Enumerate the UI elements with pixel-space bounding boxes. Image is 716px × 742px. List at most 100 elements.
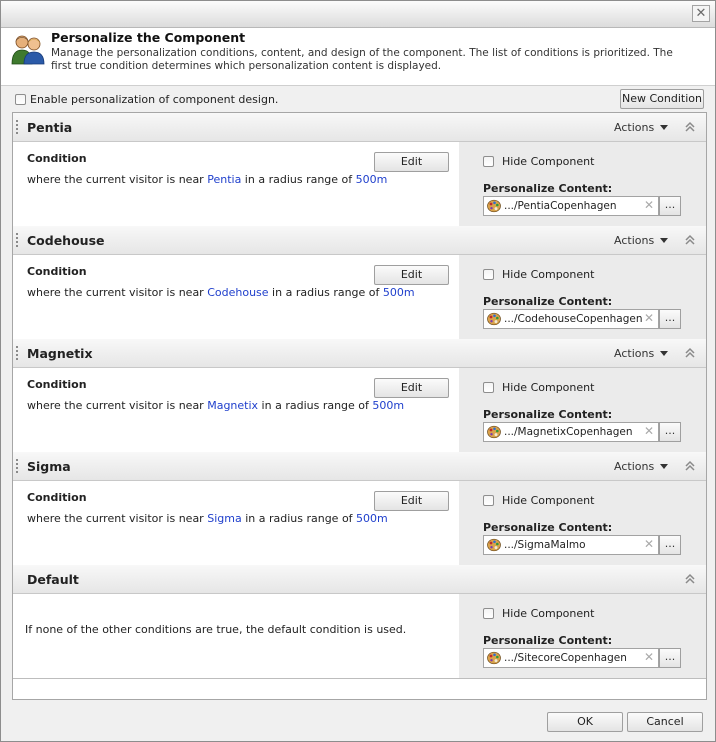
chevron-up-icon[interactable] — [684, 573, 696, 585]
hide-component-label: Hide Component — [502, 155, 595, 168]
condition-text: where the current visitor is near Codeho… — [27, 286, 415, 299]
condition-text-middle: in a radius range of — [258, 399, 373, 412]
drag-grip-icon[interactable] — [16, 120, 20, 134]
browse-button[interactable]: ... — [659, 309, 681, 329]
palette-icon — [487, 538, 501, 552]
personalize-content-field[interactable]: .../CodehouseCopenhagen ✕ — [483, 309, 659, 329]
condition-label: Condition — [27, 265, 87, 278]
condition-text-middle: in a radius range of — [241, 512, 357, 525]
personalize-content-field[interactable]: .../SigmaMalmo ✕ — [483, 535, 659, 555]
personalize-content-label: Personalize Content: — [483, 182, 613, 195]
dropdown-arrow-icon — [660, 464, 669, 469]
browse-button[interactable]: ... — [659, 196, 681, 216]
hide-component-checkbox[interactable] — [483, 608, 494, 619]
browse-button[interactable]: ... — [659, 648, 681, 668]
cancel-button[interactable]: Cancel — [627, 712, 703, 732]
personalize-content-field[interactable]: .../PentiaCopenhagen ✕ — [483, 196, 659, 216]
clear-icon[interactable]: ✕ — [644, 424, 654, 438]
condition-text-middle: in a radius range of — [268, 286, 383, 299]
default-condition-text: If none of the other conditions are true… — [25, 623, 407, 636]
palette-icon — [487, 425, 501, 439]
personalize-content-value: .../SitecoreCopenhagen — [504, 652, 627, 664]
place-link[interactable]: Magnetix — [207, 399, 258, 412]
condition-content-panel: Hide Component Personalize Content: .../… — [459, 594, 706, 678]
condition-name: Sigma — [27, 459, 71, 474]
radius-link[interactable]: 500m — [372, 399, 404, 412]
browse-button[interactable]: ... — [659, 422, 681, 442]
drag-grip-icon[interactable] — [16, 346, 20, 360]
personalize-content-label: Personalize Content: — [483, 634, 613, 647]
condition-label: Condition — [27, 152, 87, 165]
personalize-content-value: .../PentiaCopenhagen — [504, 200, 617, 212]
personalize-content-label: Personalize Content: — [483, 295, 613, 308]
clear-icon[interactable]: ✕ — [644, 311, 654, 325]
chevron-up-icon[interactable] — [684, 460, 696, 472]
browse-button[interactable]: ... — [659, 535, 681, 555]
condition-content-panel: Hide Component Personalize Content: .../… — [459, 481, 706, 565]
clear-icon[interactable]: ✕ — [644, 537, 654, 551]
condition-block: Codehouse Actions Condition Edit where t… — [13, 226, 706, 340]
edit-button[interactable]: Edit — [374, 378, 449, 398]
chevron-up-icon[interactable] — [684, 234, 696, 246]
personalize-content-label: Personalize Content: — [483, 408, 613, 421]
users-icon — [11, 35, 45, 65]
condition-label: Condition — [27, 491, 87, 504]
chevron-up-icon[interactable] — [684, 347, 696, 359]
condition-header: Codehouse Actions — [13, 226, 706, 255]
hide-component-row: Hide Component — [483, 268, 594, 281]
dialog-footer: OK Cancel — [1, 701, 715, 741]
hide-component-row: Hide Component — [483, 494, 594, 507]
hide-component-label: Hide Component — [502, 494, 595, 507]
radius-link[interactable]: 500m — [356, 173, 388, 186]
actions-label: Actions — [614, 234, 655, 247]
dropdown-arrow-icon — [660, 125, 669, 130]
personalize-content-value: .../CodehouseCopenhagen — [504, 313, 643, 325]
dropdown-arrow-icon — [660, 238, 669, 243]
personalize-content-label: Personalize Content: — [483, 521, 613, 534]
condition-header: Pentia Actions — [13, 113, 706, 142]
place-link[interactable]: Codehouse — [207, 286, 268, 299]
hide-component-checkbox[interactable] — [483, 495, 494, 506]
close-button[interactable]: ✕ — [692, 5, 710, 22]
palette-icon — [487, 312, 501, 326]
hide-component-checkbox[interactable] — [483, 156, 494, 167]
place-link[interactable]: Sigma — [207, 512, 241, 525]
personalize-content-value: .../MagnetixCopenhagen — [504, 426, 633, 438]
edit-button[interactable]: Edit — [374, 491, 449, 511]
actions-menu[interactable]: Actions — [614, 234, 669, 247]
title-bar: ✕ — [1, 1, 715, 28]
place-link[interactable]: Pentia — [207, 173, 241, 186]
condition-name: Codehouse — [27, 233, 105, 248]
hide-component-row: Hide Component — [483, 155, 594, 168]
actions-menu[interactable]: Actions — [614, 460, 669, 473]
chevron-up-icon[interactable] — [684, 121, 696, 133]
drag-grip-icon[interactable] — [16, 233, 20, 247]
drag-grip-icon[interactable] — [16, 459, 20, 473]
edit-button[interactable]: Edit — [374, 265, 449, 285]
radius-link[interactable]: 500m — [356, 512, 388, 525]
new-condition-button[interactable]: New Condition — [620, 89, 704, 109]
enable-personalization-row: Enable personalization of component desi… — [15, 93, 278, 106]
personalize-content-field[interactable]: .../SitecoreCopenhagen ✕ — [483, 648, 659, 668]
actions-menu[interactable]: Actions — [614, 121, 669, 134]
hide-component-label: Hide Component — [502, 607, 595, 620]
palette-icon — [487, 651, 501, 665]
hide-component-checkbox[interactable] — [483, 269, 494, 280]
condition-name: Default — [27, 572, 79, 587]
condition-rule-panel: If none of the other conditions are true… — [13, 594, 459, 678]
radius-link[interactable]: 500m — [383, 286, 415, 299]
dialog-header: Personalize the Component Manage the per… — [1, 28, 715, 86]
enable-personalization-checkbox[interactable] — [15, 94, 26, 105]
ok-button[interactable]: OK — [547, 712, 623, 732]
personalize-content-field[interactable]: .../MagnetixCopenhagen ✕ — [483, 422, 659, 442]
hide-component-label: Hide Component — [502, 268, 595, 281]
clear-icon[interactable]: ✕ — [644, 650, 654, 664]
condition-content-panel: Hide Component Personalize Content: .../… — [459, 255, 706, 339]
actions-menu[interactable]: Actions — [614, 347, 669, 360]
clear-icon[interactable]: ✕ — [644, 198, 654, 212]
palette-icon — [487, 199, 501, 213]
edit-button[interactable]: Edit — [374, 152, 449, 172]
condition-label: Condition — [27, 378, 87, 391]
hide-component-checkbox[interactable] — [483, 382, 494, 393]
condition-block: Magnetix Actions Condition Edit where th… — [13, 339, 706, 453]
